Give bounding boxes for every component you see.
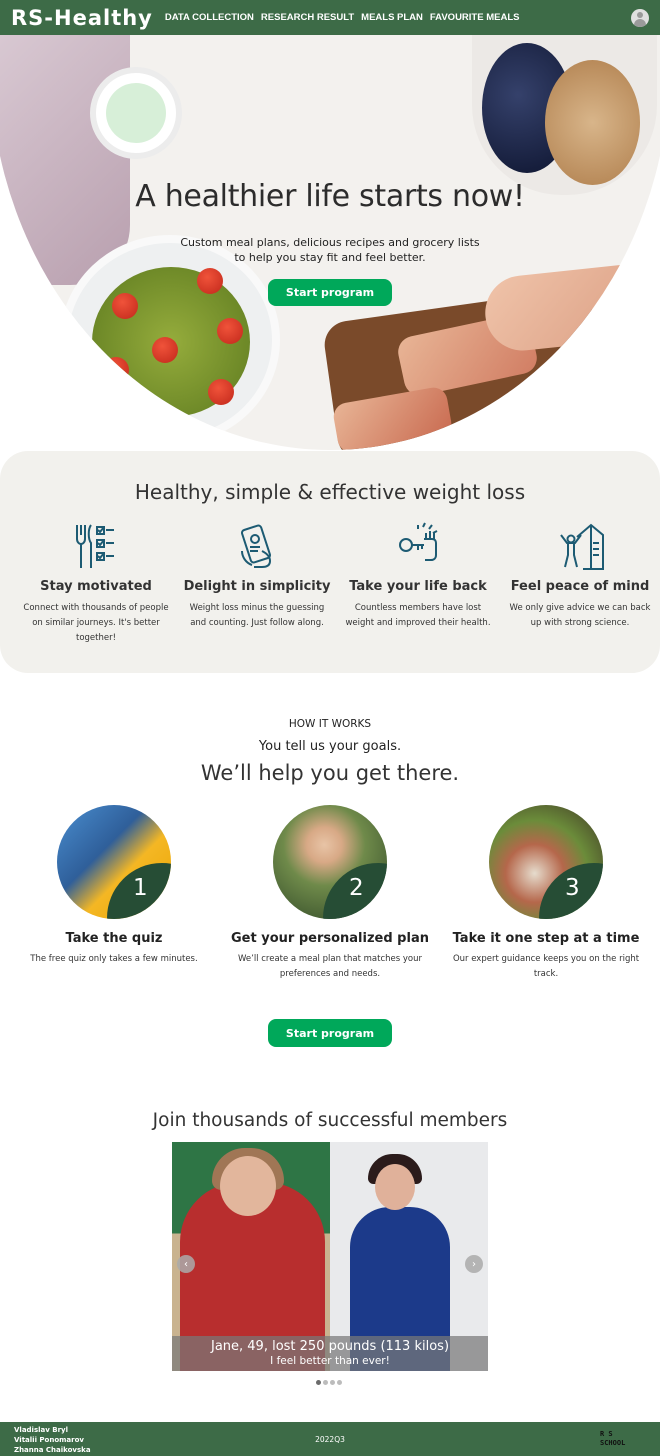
carousel-caption: Jane, 49, lost 250 pounds (113 kilos) I … (172, 1336, 488, 1371)
carousel-prev-button[interactable]: ‹ (177, 1255, 195, 1273)
step-image: 3 (489, 805, 603, 919)
feature-text: Connect with thousands of people on simi… (23, 603, 169, 643)
rs-school-logo-line: SCHOOL (600, 1439, 626, 1447)
hero-subtitle-line: Custom meal plans, delicious recipes and… (180, 236, 480, 249)
start-program-button[interactable]: Start program (268, 1019, 392, 1047)
carousel-next-button[interactable]: › (465, 1255, 483, 1273)
caption-quote: I feel better than ever! (270, 1355, 390, 1367)
oatmeal-image (545, 60, 640, 185)
caption-title: Jane, 49, lost 250 pounds (113 kilos) (210, 1339, 450, 1354)
footer: Vladislav Bryl Vitalii Ponomarov Zhanna … (0, 1422, 660, 1456)
tomato-image (124, 387, 150, 413)
tomato-image (103, 357, 129, 383)
site-logo[interactable]: RS-Healthy (11, 6, 153, 30)
feature-title: Take your life back (349, 579, 487, 594)
step-title: Take the quiz (65, 931, 163, 946)
step-number: 2 (349, 875, 364, 901)
main-nav: DATA COLLECTION RESEARCH RESULT MEALS PL… (165, 12, 527, 23)
success-stories-carousel[interactable]: Jane, 49, lost 250 pounds (113 kilos) I … (172, 1142, 488, 1371)
feature-title: Stay motivated (40, 579, 152, 594)
drink-cup-image (90, 67, 182, 159)
step-title: Get your personalized plan (231, 931, 429, 946)
nav-link-data-collection[interactable]: DATA COLLECTION (165, 12, 254, 23)
carousel-indicators (316, 1380, 344, 1385)
tomato-image (152, 337, 178, 363)
step-image: 2 (273, 805, 387, 919)
feature-title: Feel peace of mind (510, 579, 650, 594)
footer-year: 2022Q3 (315, 1435, 345, 1444)
nav-link-research-result[interactable]: RESEARCH RESULT (261, 12, 354, 23)
nav-link-favourite-meals[interactable]: FAVOURITE MEALS (430, 12, 520, 23)
carousel-dot[interactable] (330, 1380, 335, 1385)
rs-school-logo[interactable]: R S SCHOOL (600, 1430, 642, 1450)
hero-title: A healthier life starts now! (135, 179, 525, 214)
carousel-dot[interactable] (316, 1380, 321, 1385)
author-name[interactable]: Vladislav Bryl (14, 1425, 91, 1435)
feature-title: Delight in simplicity (183, 579, 331, 594)
step-card: 1 Take the quiz The free quiz only takes… (14, 805, 214, 967)
feature-text: We only give advice we can back up with … (509, 603, 651, 628)
features-title: Healthy, simple & effective weight loss (134, 480, 526, 504)
how-it-works-title: We’ll help you get there. (200, 761, 460, 785)
step-text: Our expert guidance keeps you on the rig… (452, 954, 640, 979)
user-avatar-icon[interactable] (631, 9, 649, 27)
step-card: 3 Take it one step at a time Our expert … (446, 805, 646, 982)
rs-school-logo-line: R S (600, 1430, 613, 1438)
top-navbar: RS-Healthy DATA COLLECTION RESEARCH RESU… (0, 0, 660, 35)
hand-image (481, 260, 660, 355)
tomato-image (112, 293, 138, 319)
tomato-image (217, 318, 243, 344)
features-section: Healthy, simple & effective weight loss … (0, 451, 660, 673)
key-hand-icon (399, 522, 438, 561)
feature-card: Take your life back Countless members ha… (343, 521, 493, 631)
carousel-dot[interactable] (337, 1380, 342, 1385)
carousel-dot[interactable] (323, 1380, 328, 1385)
feature-card: Delight in simplicity Weight loss minus … (182, 521, 332, 631)
feature-card: Feel peace of mind We only give advice w… (505, 521, 655, 631)
step-card: 2 Get your personalized plan We’ll creat… (230, 805, 430, 982)
step-text: The free quiz only takes a few minutes. (30, 954, 198, 964)
how-it-works-subtitle: You tell us your goals. (258, 739, 402, 754)
step-text: We’ll create a meal plan that matches yo… (237, 954, 422, 979)
feature-text: Weight loss minus the guessing and count… (189, 603, 325, 628)
hero-section: A healthier life starts now! Custom meal… (0, 35, 660, 450)
start-program-button[interactable]: Start program (268, 279, 392, 306)
feature-text: Countless members have lost weight and i… (345, 603, 491, 628)
step-title: Take it one step at a time (452, 931, 640, 946)
step-number: 3 (565, 875, 580, 901)
hero-subtitle-line: to help you stay fit and feel better. (234, 251, 426, 264)
feature-card: Stay motivated Connect with thousands of… (21, 521, 171, 646)
fork-knife-checklist-icon (76, 524, 114, 568)
author-name[interactable]: Zhanna Chaikovska (14, 1445, 91, 1455)
nav-link-meals-plan[interactable]: MEALS PLAN (361, 12, 423, 23)
step-number: 1 (133, 875, 148, 901)
tomato-image (208, 379, 234, 405)
step-image: 1 (57, 805, 171, 919)
tomato-image (197, 268, 223, 294)
members-title: Join thousands of successful members (152, 1110, 508, 1131)
person-house-icon (560, 523, 604, 570)
how-it-works-eyebrow: HOW IT WORKS (288, 718, 372, 730)
phone-in-hand-icon (241, 524, 272, 568)
hero-subtitle: Custom meal plans, delicious recipes and… (0, 235, 660, 265)
